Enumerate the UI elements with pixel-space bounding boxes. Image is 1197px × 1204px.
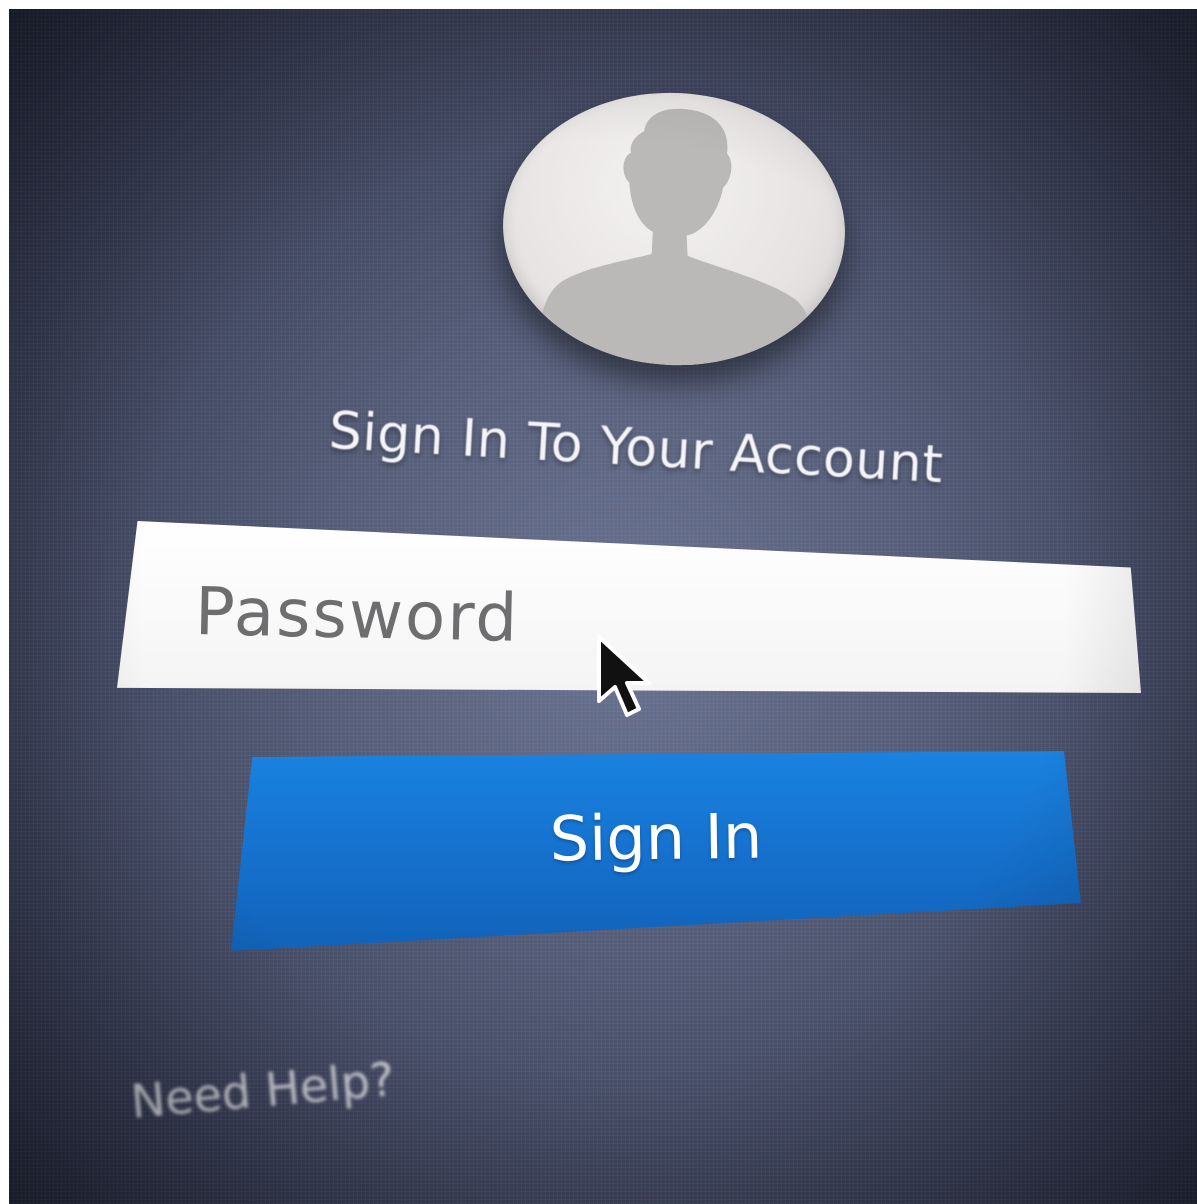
login-screen: Sign In To Your Account Password Sign In…	[9, 9, 1197, 1204]
user-silhouette-icon	[536, 108, 816, 373]
mouse-pointer-icon	[597, 635, 651, 717]
avatar	[496, 84, 852, 374]
sign-in-button-label: Sign In	[549, 799, 763, 876]
page-title: Sign In To Your Account	[327, 401, 945, 496]
password-placeholder: Password	[194, 573, 521, 657]
sign-in-button[interactable]: Sign In	[231, 751, 1081, 951]
need-help-link[interactable]: Need Help?	[129, 1052, 397, 1129]
